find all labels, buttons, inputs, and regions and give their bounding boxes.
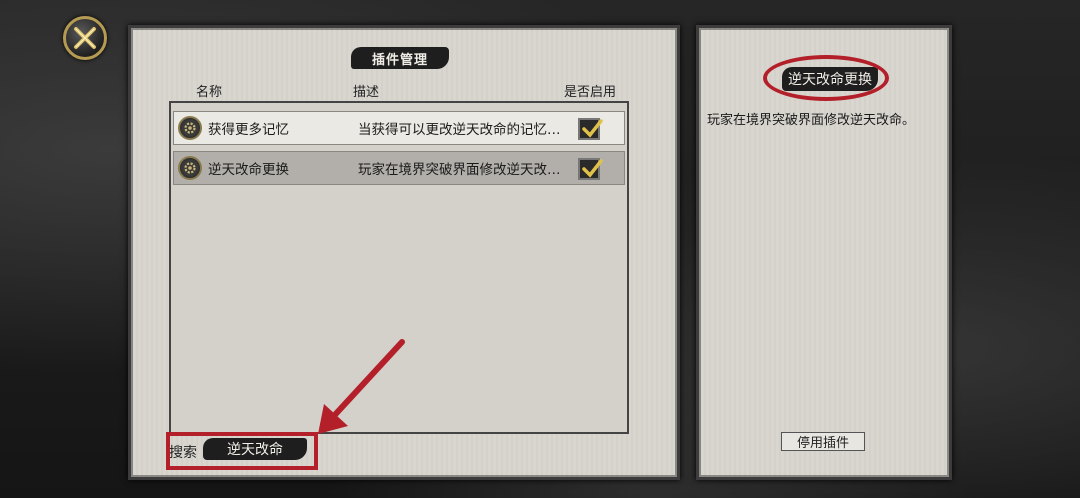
detail-title: 逆天改命更换 [782, 67, 878, 91]
plugin-name: 获得更多记忆 [208, 122, 289, 138]
plugin-row[interactable]: 获得更多记忆 当获得可以更改逆天改命的记忆… [173, 111, 625, 145]
disable-plugin-button[interactable]: 停用插件 [781, 432, 865, 451]
enabled-checkbox[interactable] [578, 158, 603, 180]
plugin-description: 当获得可以更改逆天改命的记忆… [358, 122, 561, 138]
plugin-manager-panel: 插件管理 名称 描述 是否启用 获得更多记忆 当获得可以更改逆天改命的记忆… 逆… [128, 25, 680, 480]
column-header-description: 描述 [353, 85, 380, 100]
plugin-row[interactable]: 逆天改命更换 玩家在境界突破界面修改逆天改… [173, 151, 625, 185]
column-header-enabled: 是否启用 [564, 85, 617, 100]
plugin-description: 玩家在境界突破界面修改逆天改… [358, 162, 561, 178]
column-header-name: 名称 [196, 85, 223, 100]
plugin-name: 逆天改命更换 [208, 162, 289, 178]
plugin-detail-panel: 逆天改命更换 玩家在境界突破界面修改逆天改命。 停用插件 [696, 25, 952, 480]
close-icon [74, 27, 96, 49]
panel-title: 插件管理 [351, 47, 449, 69]
checkmark-icon [582, 119, 603, 138]
search-label: 搜索 [169, 445, 197, 461]
gear-icon [178, 116, 202, 140]
search-input[interactable] [203, 438, 307, 460]
enabled-checkbox[interactable] [578, 118, 603, 140]
detail-description: 玩家在境界突破界面修改逆天改命。 [707, 113, 916, 128]
gear-icon [178, 156, 202, 180]
close-button[interactable] [63, 16, 107, 60]
checkmark-icon [582, 159, 603, 178]
plugin-list: 获得更多记忆 当获得可以更改逆天改命的记忆… 逆天改命更换 玩家在境界突破界面修… [169, 101, 629, 434]
